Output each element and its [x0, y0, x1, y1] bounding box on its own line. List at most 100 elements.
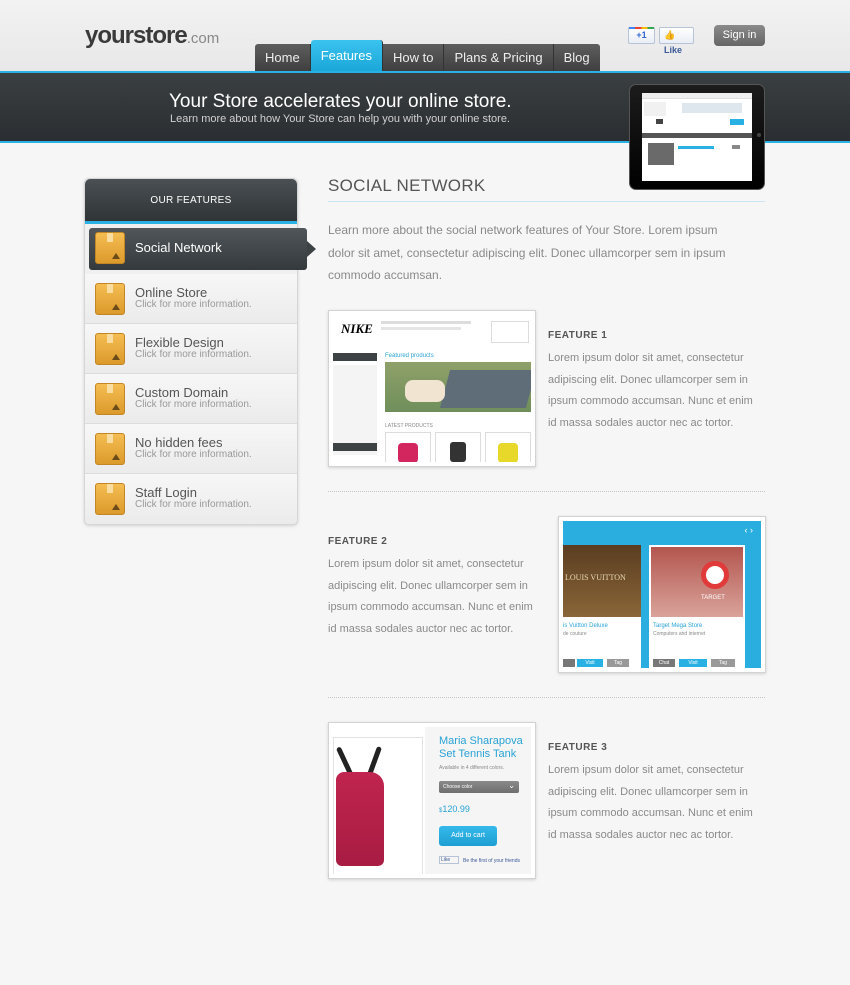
product-title-2: Set Tennis Tank — [439, 748, 517, 760]
product-top — [498, 443, 518, 462]
section-divider — [328, 697, 765, 698]
sidebar-item-label: Online Store — [135, 285, 208, 300]
sidebar-item-label: No hidden fees — [135, 435, 223, 450]
tablet-screen-strip — [642, 133, 752, 138]
product-thumb — [435, 432, 481, 462]
color-select[interactable]: Choose color ⌄ — [439, 781, 519, 793]
store-card: LOUIS VUITTON is Vuitton Deluxe de coutu… — [563, 545, 641, 668]
sidebar-item-sub: Click for more information. — [135, 499, 252, 510]
target-logo-icon — [701, 561, 729, 589]
facebook-like-label: Like — [664, 45, 683, 55]
preview-text-line — [381, 327, 461, 330]
preview-text-line — [381, 321, 471, 324]
chat-button[interactable]: Chat — [653, 659, 675, 667]
nav-blog[interactable]: Blog — [553, 44, 600, 72]
visit-button[interactable]: Visit — [679, 659, 707, 667]
features-sidebar: OUR FEATURES Social Network Online Store… — [84, 178, 316, 525]
carousel-arrows-icon: ‹ › — [744, 525, 754, 535]
sidebar-item-sub: Click for more information. — [135, 449, 252, 460]
chevron-down-icon: ⌄ — [508, 781, 515, 790]
feature-1-label: FEATURE 1 — [548, 330, 608, 341]
feature-3-label: FEATURE 3 — [548, 742, 608, 753]
product-price: $120.99 — [439, 804, 470, 814]
availability-text: Available in 4 different colors. — [439, 765, 505, 771]
tablet-screen-block — [644, 102, 666, 116]
store-title: Target Mega Store — [653, 623, 703, 629]
logo-main: yourstore — [85, 22, 188, 49]
facebook-like-button[interactable]: 👍 Like — [659, 27, 694, 55]
directory-preview: ‹ › LOUIS VUITTON is Vuitton Deluxe de c… — [563, 521, 761, 668]
package-box-icon — [95, 232, 125, 264]
sidebar-item-sub: Click for more information. — [135, 399, 252, 410]
title-divider — [328, 201, 765, 202]
page-title: SOCIAL NETWORK — [328, 176, 486, 195]
product-page-preview: Maria Sharapova Set Tennis Tank Availabl… — [333, 727, 531, 874]
logo-tld: .com — [186, 30, 220, 47]
sidebar-heading: OUR FEATURES — [85, 179, 297, 224]
tablet-screen-button — [656, 119, 663, 124]
tablet-screen-badge — [732, 145, 740, 149]
store-sign: TARGET — [701, 595, 725, 601]
featured-photo — [385, 362, 531, 412]
sidebar-item-no-hidden-fees[interactable]: No hidden fees Click for more informatio… — [85, 424, 297, 474]
store-title: is Vuitton Deluxe — [563, 623, 608, 629]
cart-widget — [491, 321, 529, 343]
tag-button[interactable]: Tag — [711, 659, 735, 667]
add-to-cart-button[interactable]: Add to cart — [439, 826, 497, 846]
main-nav: Home Features How to Plans & Pricing Blo… — [255, 40, 600, 72]
sidebar-item-label: Social Network — [135, 240, 222, 255]
tank-top-image — [336, 772, 384, 866]
product-info-panel: Maria Sharapova Set Tennis Tank Availabl… — [425, 727, 531, 874]
tablet-screen-link — [678, 146, 714, 149]
price-value: 120.99 — [442, 804, 470, 814]
feature-2-screenshot: ‹ › LOUIS VUITTON is Vuitton Deluxe de c… — [558, 516, 766, 673]
tag-button[interactable]: Tag — [607, 659, 629, 667]
package-box-icon — [95, 483, 125, 515]
google-plus-one-button[interactable]: +1 — [628, 27, 655, 44]
top-bar: yourstore.com +1 👍 Like Sign in Home Feat… — [0, 0, 850, 72]
store-card: TARGET Target Mega Store Computers and i… — [649, 545, 745, 668]
chat-button[interactable] — [563, 659, 575, 667]
sidebar-item-online-store[interactable]: Online Store Click for more information. — [85, 274, 297, 324]
section-divider — [328, 491, 765, 492]
sidebar-item-social-network[interactable]: Social Network — [89, 228, 316, 270]
store-photo: TARGET — [651, 547, 743, 617]
fb-like-mini-button[interactable]: Like — [439, 856, 459, 864]
sign-in-button[interactable]: Sign in — [714, 25, 765, 46]
nav-plans-pricing[interactable]: Plans & Pricing — [444, 44, 554, 72]
logo[interactable]: yourstore.com — [85, 22, 219, 50]
tablet-screen-photo — [648, 143, 674, 165]
intro-text: Learn more about the social network feat… — [328, 223, 726, 282]
tablet-screen-cta — [730, 119, 744, 125]
tablet-screen — [642, 93, 752, 181]
tablet-home-button-icon — [757, 133, 761, 137]
category-list — [333, 365, 377, 455]
visit-button[interactable]: Visit — [577, 659, 603, 667]
feature-3-text: Lorem ipsum dolor sit amet, consectetur … — [548, 764, 753, 841]
package-box-icon — [95, 283, 125, 315]
fb-first-friend-text: Be the first of your friends — [463, 858, 520, 864]
feature-1-text: Lorem ipsum dolor sit amet, consectetur … — [548, 352, 753, 429]
sidebar-item-flexible-design[interactable]: Flexible Design Click for more informati… — [85, 324, 297, 374]
brand-logo: NIKE — [341, 321, 373, 336]
color-select-value: Choose color — [443, 784, 473, 790]
feature-2-text: Lorem ipsum dolor sit amet, consectetur … — [328, 558, 533, 635]
feature-2-label: FEATURE 2 — [328, 536, 388, 547]
nav-home[interactable]: Home — [255, 44, 311, 72]
product-thumb — [485, 432, 531, 462]
nav-how-to[interactable]: How to — [383, 44, 445, 72]
sidebar-item-custom-domain[interactable]: Custom Domain Click for more information… — [85, 374, 297, 424]
nav-features[interactable]: Features — [310, 40, 383, 72]
product-shirt — [398, 443, 418, 462]
package-box-icon — [95, 433, 125, 465]
tablet-screen-bar — [642, 93, 752, 99]
sidebar-item-staff-login[interactable]: Staff Login Click for more information. — [85, 474, 297, 524]
latest-products-heading: LATEST PRODUCTS — [385, 423, 433, 429]
sidebar-item-label: Flexible Design — [135, 335, 224, 350]
store-photo: LOUIS VUITTON — [563, 545, 641, 617]
store-category: de couture — [563, 631, 587, 637]
sidebar-item-sub: Click for more information. — [135, 299, 252, 310]
featured-products-heading: Featured products — [385, 353, 434, 359]
product-image-frame — [333, 737, 423, 874]
sidebar-item-sub: Click for more information. — [135, 349, 252, 360]
